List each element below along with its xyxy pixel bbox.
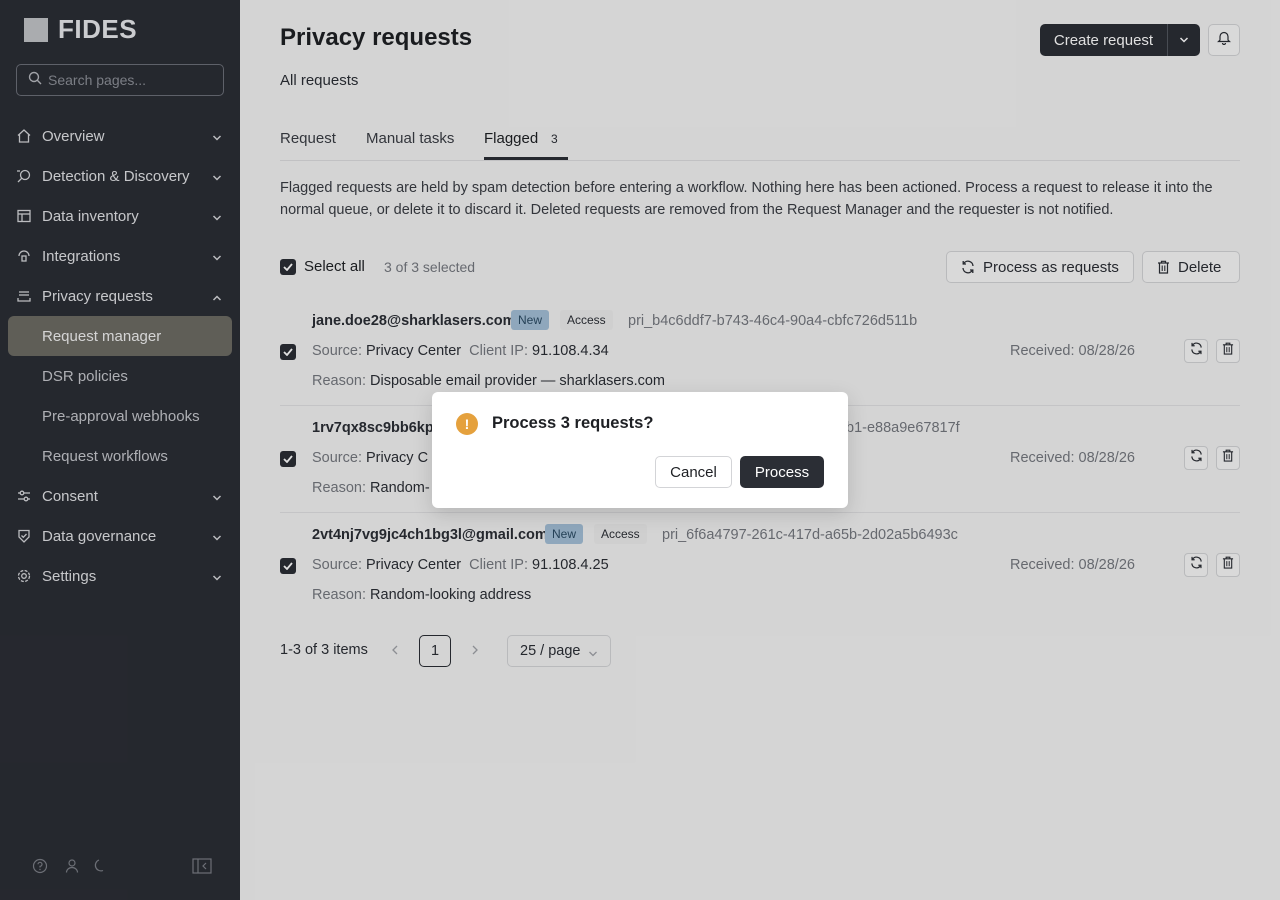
cancel-button[interactable]: Cancel bbox=[655, 456, 732, 488]
modal-title: Process 3 requests? bbox=[492, 414, 654, 432]
confirm-modal: ! Process 3 requests? Cancel Process bbox=[432, 392, 848, 508]
warning-icon: ! bbox=[456, 413, 478, 435]
process-button[interactable]: Process bbox=[740, 456, 824, 488]
